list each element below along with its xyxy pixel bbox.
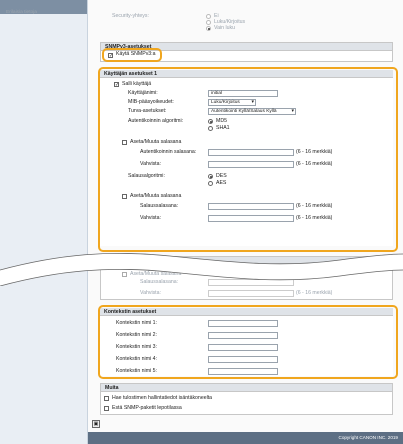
radio-aes[interactable]: [208, 181, 213, 186]
auth-password-input[interactable]: [208, 149, 294, 156]
context-title: Kontekstin asetukset: [100, 308, 393, 316]
copyright-text: Copyright CANON INC. 2019: [338, 435, 399, 440]
context-name-5-input[interactable]: [208, 368, 278, 375]
radio-md5[interactable]: [208, 119, 213, 124]
username-label: Käyttäjänimi:: [128, 90, 158, 96]
page-break-graphic: [0, 252, 403, 286]
encrypt-confirm-input[interactable]: [208, 215, 294, 222]
encrypt-password-hint: (6 - 16 merkkiä): [296, 203, 333, 209]
encrypt-password-input[interactable]: [208, 203, 294, 210]
enable-snmpv3-checkbox[interactable]: ✓: [108, 53, 113, 59]
user1-title: Käyttäjän asetukset 1: [100, 70, 393, 78]
set-auth-password-checkbox[interactable]: [122, 140, 127, 145]
mib-select[interactable]: Luku/Kirjoitus: [208, 99, 256, 106]
set-encrypt-password-checkbox[interactable]: [122, 194, 127, 199]
radio-none[interactable]: [206, 14, 211, 19]
set-encrypt-password-label: Aseta/Muuta salasana: [130, 193, 182, 199]
context-name-3-label: Kontekstin nimi 3:: [116, 344, 157, 350]
radio-sha1-label: SHA1: [216, 125, 230, 131]
radio-readwrite[interactable]: [206, 20, 211, 25]
auth-password-hint: (6 - 16 merkkiä): [296, 149, 333, 155]
radio-aes-label: AES: [216, 180, 227, 186]
fetch-mgmt-info-checkbox[interactable]: [104, 396, 109, 401]
encrypt-password-label: Salaussalasana:: [140, 203, 179, 209]
nav-item[interactable]: Erilaisia tietoja: [6, 10, 37, 15]
mib-label: MIB-pääsyoikeudet:: [128, 99, 174, 105]
footer: Copyright CANON INC. 2019: [88, 432, 403, 444]
block-snmp-sleep-label: Estä SNMP-paketit lepotilassa: [112, 405, 182, 411]
radio-readonly-label: Vain luku: [214, 25, 235, 31]
context-name-3-input[interactable]: [208, 344, 278, 351]
enable-user-label: Salli käyttäjä: [122, 81, 152, 87]
context-name-1-input[interactable]: [208, 320, 278, 327]
snmpv3-title: SNMPv3-asetukset: [101, 43, 392, 51]
enable-user-checkbox[interactable]: ✓: [114, 82, 119, 88]
enable-snmpv3-label: Käytä SNMPv3:a: [116, 51, 156, 57]
user2-confirm-input[interactable]: [208, 290, 294, 297]
username-input[interactable]: initial: [208, 90, 278, 97]
auth-password-label: Autentikoinnin salasana:: [140, 149, 197, 155]
context-name-4-label: Kontekstin nimi 4:: [116, 356, 157, 362]
user2-password-hint: (6 - 16 merkkiä): [296, 290, 333, 296]
context-name-4-input[interactable]: [208, 356, 278, 363]
other-title: Muita: [101, 384, 392, 392]
left-navigation: Erilaisia tietoja: [0, 0, 88, 444]
security-connection-label: Security-yhteys:: [112, 13, 149, 19]
radio-sha1[interactable]: [208, 126, 213, 131]
context-name-5-label: Kontekstin nimi 5:: [116, 368, 157, 374]
save-icon[interactable]: ▣: [92, 420, 100, 428]
user2-confirm-label: Vahvista:: [140, 290, 161, 296]
context-name-1-label: Kontekstin nimi 1:: [116, 320, 157, 326]
auth-confirm-label: Vahvista:: [140, 161, 161, 167]
auth-algo-label: Autentikoinnin algoritmi:: [128, 118, 184, 124]
encrypt-confirm-label: Vahvista:: [140, 215, 161, 221]
auth-confirm-hint: (6 - 16 merkkiä): [296, 161, 333, 167]
radio-readonly[interactable]: [206, 26, 211, 31]
encrypt-confirm-hint: (6 - 16 merkkiä): [296, 215, 333, 221]
radio-des[interactable]: [208, 174, 213, 179]
security-label: Turva-asetukset:: [128, 108, 167, 114]
set-auth-password-label: Aseta/Muuta salasana: [130, 139, 182, 145]
block-snmp-sleep-checkbox[interactable]: [104, 406, 109, 411]
encrypt-algo-label: Salausalgoritmi:: [128, 173, 165, 179]
context-name-2-input[interactable]: [208, 332, 278, 339]
context-name-2-label: Kontekstin nimi 2:: [116, 332, 157, 338]
auth-confirm-input[interactable]: [208, 161, 294, 168]
security-select[interactable]: Autentikointi Kyllä/Salaus Kyllä: [208, 108, 296, 115]
main-content: Security-yhteys: Ei Luku/Kirjoitus Vain …: [0, 0, 403, 444]
fetch-mgmt-info-label: Hae tulostimen hallintatiedot isäntäkone…: [112, 395, 213, 401]
